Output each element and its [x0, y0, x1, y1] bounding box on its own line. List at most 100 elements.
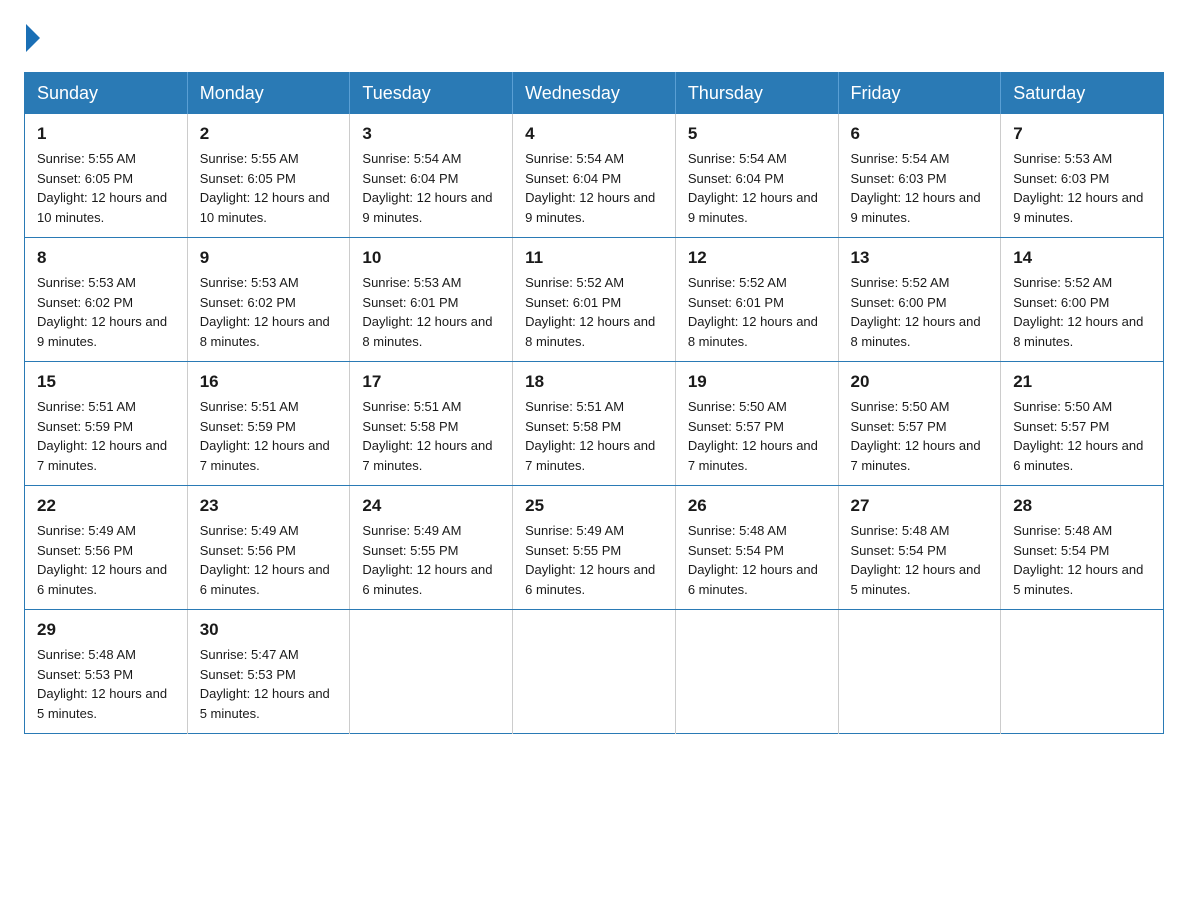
day-cell: 27 Sunrise: 5:48 AM Sunset: 5:54 PM Dayl… — [838, 486, 1001, 610]
day-cell — [513, 610, 676, 734]
day-number: 14 — [1013, 248, 1151, 268]
day-info: Sunrise: 5:53 AM Sunset: 6:03 PM Dayligh… — [1013, 149, 1151, 227]
day-info: Sunrise: 5:54 AM Sunset: 6:03 PM Dayligh… — [851, 149, 989, 227]
day-number: 5 — [688, 124, 826, 144]
day-cell: 21 Sunrise: 5:50 AM Sunset: 5:57 PM Dayl… — [1001, 362, 1164, 486]
header-friday: Friday — [838, 73, 1001, 115]
day-number: 26 — [688, 496, 826, 516]
day-cell: 7 Sunrise: 5:53 AM Sunset: 6:03 PM Dayli… — [1001, 114, 1164, 238]
day-info: Sunrise: 5:51 AM Sunset: 5:59 PM Dayligh… — [37, 397, 175, 475]
day-cell — [1001, 610, 1164, 734]
day-cell: 16 Sunrise: 5:51 AM Sunset: 5:59 PM Dayl… — [187, 362, 350, 486]
day-info: Sunrise: 5:50 AM Sunset: 5:57 PM Dayligh… — [851, 397, 989, 475]
day-info: Sunrise: 5:52 AM Sunset: 6:01 PM Dayligh… — [525, 273, 663, 351]
day-number: 13 — [851, 248, 989, 268]
day-info: Sunrise: 5:51 AM Sunset: 5:58 PM Dayligh… — [362, 397, 500, 475]
header-thursday: Thursday — [675, 73, 838, 115]
day-cell: 29 Sunrise: 5:48 AM Sunset: 5:53 PM Dayl… — [25, 610, 188, 734]
day-cell: 28 Sunrise: 5:48 AM Sunset: 5:54 PM Dayl… — [1001, 486, 1164, 610]
day-info: Sunrise: 5:48 AM Sunset: 5:53 PM Dayligh… — [37, 645, 175, 723]
header-saturday: Saturday — [1001, 73, 1164, 115]
day-info: Sunrise: 5:54 AM Sunset: 6:04 PM Dayligh… — [688, 149, 826, 227]
day-number: 7 — [1013, 124, 1151, 144]
day-number: 12 — [688, 248, 826, 268]
day-cell: 3 Sunrise: 5:54 AM Sunset: 6:04 PM Dayli… — [350, 114, 513, 238]
day-number: 20 — [851, 372, 989, 392]
day-cell: 30 Sunrise: 5:47 AM Sunset: 5:53 PM Dayl… — [187, 610, 350, 734]
header-wednesday: Wednesday — [513, 73, 676, 115]
logo-triangle-icon — [26, 24, 40, 52]
day-number: 18 — [525, 372, 663, 392]
day-number: 27 — [851, 496, 989, 516]
day-info: Sunrise: 5:51 AM Sunset: 5:59 PM Dayligh… — [200, 397, 338, 475]
day-number: 19 — [688, 372, 826, 392]
day-info: Sunrise: 5:50 AM Sunset: 5:57 PM Dayligh… — [688, 397, 826, 475]
day-info: Sunrise: 5:48 AM Sunset: 5:54 PM Dayligh… — [851, 521, 989, 599]
day-cell: 15 Sunrise: 5:51 AM Sunset: 5:59 PM Dayl… — [25, 362, 188, 486]
calendar-header-row: SundayMondayTuesdayWednesdayThursdayFrid… — [25, 73, 1164, 115]
day-info: Sunrise: 5:52 AM Sunset: 6:01 PM Dayligh… — [688, 273, 826, 351]
day-number: 8 — [37, 248, 175, 268]
day-number: 1 — [37, 124, 175, 144]
day-cell: 24 Sunrise: 5:49 AM Sunset: 5:55 PM Dayl… — [350, 486, 513, 610]
day-info: Sunrise: 5:50 AM Sunset: 5:57 PM Dayligh… — [1013, 397, 1151, 475]
day-cell: 23 Sunrise: 5:49 AM Sunset: 5:56 PM Dayl… — [187, 486, 350, 610]
day-info: Sunrise: 5:49 AM Sunset: 5:55 PM Dayligh… — [525, 521, 663, 599]
day-cell — [350, 610, 513, 734]
day-number: 24 — [362, 496, 500, 516]
day-number: 29 — [37, 620, 175, 640]
day-cell: 20 Sunrise: 5:50 AM Sunset: 5:57 PM Dayl… — [838, 362, 1001, 486]
day-number: 30 — [200, 620, 338, 640]
header-tuesday: Tuesday — [350, 73, 513, 115]
day-info: Sunrise: 5:54 AM Sunset: 6:04 PM Dayligh… — [362, 149, 500, 227]
day-number: 16 — [200, 372, 338, 392]
day-cell: 14 Sunrise: 5:52 AM Sunset: 6:00 PM Dayl… — [1001, 238, 1164, 362]
week-row-5: 29 Sunrise: 5:48 AM Sunset: 5:53 PM Dayl… — [25, 610, 1164, 734]
day-number: 3 — [362, 124, 500, 144]
day-info: Sunrise: 5:52 AM Sunset: 6:00 PM Dayligh… — [851, 273, 989, 351]
day-cell: 5 Sunrise: 5:54 AM Sunset: 6:04 PM Dayli… — [675, 114, 838, 238]
day-cell: 2 Sunrise: 5:55 AM Sunset: 6:05 PM Dayli… — [187, 114, 350, 238]
day-cell: 1 Sunrise: 5:55 AM Sunset: 6:05 PM Dayli… — [25, 114, 188, 238]
day-cell: 4 Sunrise: 5:54 AM Sunset: 6:04 PM Dayli… — [513, 114, 676, 238]
day-number: 9 — [200, 248, 338, 268]
day-cell: 17 Sunrise: 5:51 AM Sunset: 5:58 PM Dayl… — [350, 362, 513, 486]
day-number: 15 — [37, 372, 175, 392]
day-cell: 6 Sunrise: 5:54 AM Sunset: 6:03 PM Dayli… — [838, 114, 1001, 238]
day-info: Sunrise: 5:51 AM Sunset: 5:58 PM Dayligh… — [525, 397, 663, 475]
day-cell: 12 Sunrise: 5:52 AM Sunset: 6:01 PM Dayl… — [675, 238, 838, 362]
day-info: Sunrise: 5:48 AM Sunset: 5:54 PM Dayligh… — [1013, 521, 1151, 599]
day-info: Sunrise: 5:49 AM Sunset: 5:56 PM Dayligh… — [200, 521, 338, 599]
day-cell: 8 Sunrise: 5:53 AM Sunset: 6:02 PM Dayli… — [25, 238, 188, 362]
week-row-2: 8 Sunrise: 5:53 AM Sunset: 6:02 PM Dayli… — [25, 238, 1164, 362]
week-row-1: 1 Sunrise: 5:55 AM Sunset: 6:05 PM Dayli… — [25, 114, 1164, 238]
calendar-table: SundayMondayTuesdayWednesdayThursdayFrid… — [24, 72, 1164, 734]
day-number: 28 — [1013, 496, 1151, 516]
day-cell: 10 Sunrise: 5:53 AM Sunset: 6:01 PM Dayl… — [350, 238, 513, 362]
day-info: Sunrise: 5:53 AM Sunset: 6:01 PM Dayligh… — [362, 273, 500, 351]
day-number: 23 — [200, 496, 338, 516]
day-info: Sunrise: 5:54 AM Sunset: 6:04 PM Dayligh… — [525, 149, 663, 227]
day-number: 4 — [525, 124, 663, 144]
day-info: Sunrise: 5:47 AM Sunset: 5:53 PM Dayligh… — [200, 645, 338, 723]
day-info: Sunrise: 5:49 AM Sunset: 5:56 PM Dayligh… — [37, 521, 175, 599]
day-cell: 19 Sunrise: 5:50 AM Sunset: 5:57 PM Dayl… — [675, 362, 838, 486]
day-info: Sunrise: 5:53 AM Sunset: 6:02 PM Dayligh… — [200, 273, 338, 351]
header-monday: Monday — [187, 73, 350, 115]
day-number: 25 — [525, 496, 663, 516]
day-cell: 13 Sunrise: 5:52 AM Sunset: 6:00 PM Dayl… — [838, 238, 1001, 362]
day-number: 11 — [525, 248, 663, 268]
day-cell: 18 Sunrise: 5:51 AM Sunset: 5:58 PM Dayl… — [513, 362, 676, 486]
day-info: Sunrise: 5:49 AM Sunset: 5:55 PM Dayligh… — [362, 521, 500, 599]
day-cell — [675, 610, 838, 734]
week-row-4: 22 Sunrise: 5:49 AM Sunset: 5:56 PM Dayl… — [25, 486, 1164, 610]
day-cell: 11 Sunrise: 5:52 AM Sunset: 6:01 PM Dayl… — [513, 238, 676, 362]
day-number: 6 — [851, 124, 989, 144]
day-info: Sunrise: 5:55 AM Sunset: 6:05 PM Dayligh… — [37, 149, 175, 227]
day-number: 2 — [200, 124, 338, 144]
day-number: 22 — [37, 496, 175, 516]
day-cell: 9 Sunrise: 5:53 AM Sunset: 6:02 PM Dayli… — [187, 238, 350, 362]
logo — [24, 24, 42, 52]
header — [24, 24, 1164, 52]
day-cell: 25 Sunrise: 5:49 AM Sunset: 5:55 PM Dayl… — [513, 486, 676, 610]
